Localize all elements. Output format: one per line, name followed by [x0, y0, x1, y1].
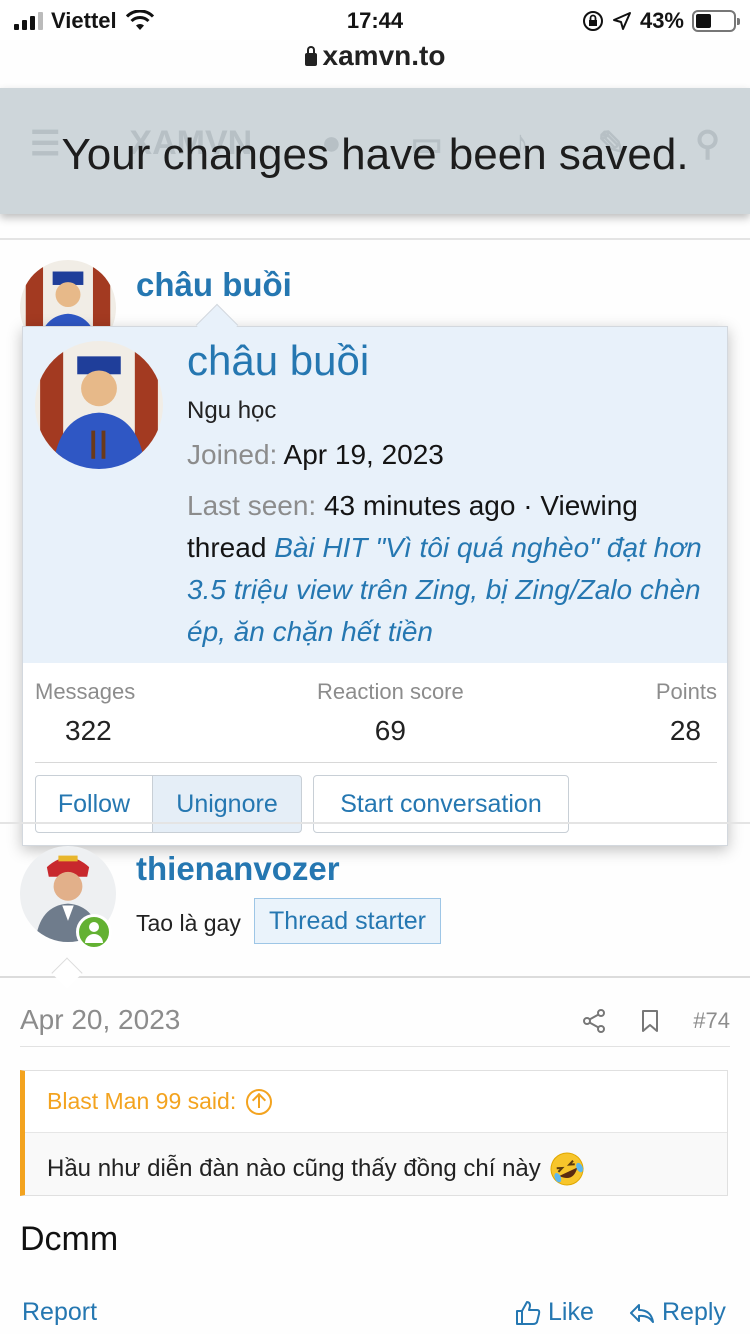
- status-bar: Viettel 17:44 43%: [0, 0, 750, 40]
- battery-percent: 43%: [639, 8, 684, 33]
- status-right: 43%: [582, 8, 740, 34]
- stat-messages: Messages 322: [35, 679, 135, 747]
- url-text: xamvn.to: [322, 40, 446, 71]
- author-name-link[interactable]: thienanvozer: [136, 850, 340, 888]
- site-header: ☰ XAMVN ● ▭ ♪ ✎ ⚲ Your changes have been…: [0, 88, 750, 214]
- unignore-button[interactable]: Unignore: [152, 775, 302, 833]
- start-conversation-button[interactable]: Start conversation: [313, 775, 569, 833]
- share-icon[interactable]: [581, 1008, 607, 1034]
- joined-value: Apr 19, 2023: [283, 439, 444, 470]
- tooltip-user-title: Ngu học: [187, 397, 277, 424]
- thumbs-up-icon: [516, 1300, 541, 1325]
- online-status-icon: [76, 914, 112, 950]
- quote-header[interactable]: Blast Man 99 said:: [25, 1071, 727, 1133]
- battery-icon: [692, 10, 740, 32]
- post-date-link[interactable]: Apr 20, 2023: [20, 1004, 180, 1036]
- reply-label: Reply: [662, 1298, 726, 1326]
- lock-icon: [304, 46, 317, 66]
- divider: [0, 976, 750, 978]
- stat-label: Points: [655, 679, 717, 704]
- stat-value[interactable]: 322: [65, 715, 135, 747]
- post-body: Dcmm: [20, 1220, 119, 1258]
- reply-button[interactable]: Reply: [628, 1298, 726, 1327]
- tooltip-avatar[interactable]: [35, 341, 163, 469]
- tooltip-header: châu buồi Ngu học Joined: Apr 19, 2023 L…: [23, 327, 727, 663]
- reply-arrow-icon: [630, 1303, 654, 1323]
- rofl-emoji-icon: [550, 1152, 584, 1186]
- like-button[interactable]: Like: [514, 1298, 594, 1327]
- like-label: Like: [548, 1298, 594, 1326]
- divider: [0, 238, 750, 240]
- stat-value[interactable]: 28: [656, 715, 701, 747]
- member-stats: Messages 322 Reaction score 69 Points 28: [35, 679, 717, 763]
- message-pointer: [51, 957, 83, 989]
- location-arrow-icon: [612, 12, 631, 30]
- url-bar[interactable]: xamvn.to: [0, 40, 750, 88]
- quote-content: Hầu như diễn đàn nào cũng thấy đồng chí …: [25, 1133, 727, 1205]
- member-tooltip: châu buồi Ngu học Joined: Apr 19, 2023 L…: [22, 326, 728, 846]
- go-to-quoted-post-icon[interactable]: [246, 1088, 273, 1115]
- post-number-link[interactable]: #74: [693, 1008, 730, 1034]
- stat-value[interactable]: 69: [317, 715, 464, 747]
- flash-message: Your changes have been saved.: [61, 130, 689, 179]
- author-user-title: Tao là gay: [136, 910, 241, 936]
- post-meta-actions: #74: [581, 1008, 730, 1034]
- divider: [20, 1046, 730, 1047]
- quote-text: Hầu như diễn đàn nào cũng thấy đồng chí …: [47, 1155, 541, 1182]
- stat-label: Messages: [35, 679, 136, 704]
- follow-button[interactable]: Follow: [35, 775, 153, 833]
- tooltip-joined: Joined: Apr 19, 2023: [187, 439, 444, 471]
- stat-points: Points 28: [656, 679, 717, 747]
- report-link[interactable]: Report: [22, 1298, 97, 1327]
- last-seen-label: Last seen:: [187, 490, 317, 521]
- rotation-lock-icon: [582, 11, 603, 31]
- author-name-link[interactable]: châu buồi: [136, 266, 292, 304]
- joined-label: Joined:: [187, 439, 278, 470]
- stat-reaction-score: Reaction score 69: [317, 679, 464, 747]
- thread-starter-badge: Thread starter: [254, 898, 442, 944]
- tooltip-last-seen: Last seen: 43 minutes ago · Viewing thre…: [187, 485, 707, 653]
- stat-label: Reaction score: [317, 679, 464, 704]
- quote-author[interactable]: Blast Man 99 said:: [47, 1088, 236, 1115]
- divider: [0, 822, 750, 824]
- bookmark-icon[interactable]: [637, 1008, 663, 1034]
- quote-block: Blast Man 99 said: Hầu như diễn đàn nào …: [20, 1070, 728, 1196]
